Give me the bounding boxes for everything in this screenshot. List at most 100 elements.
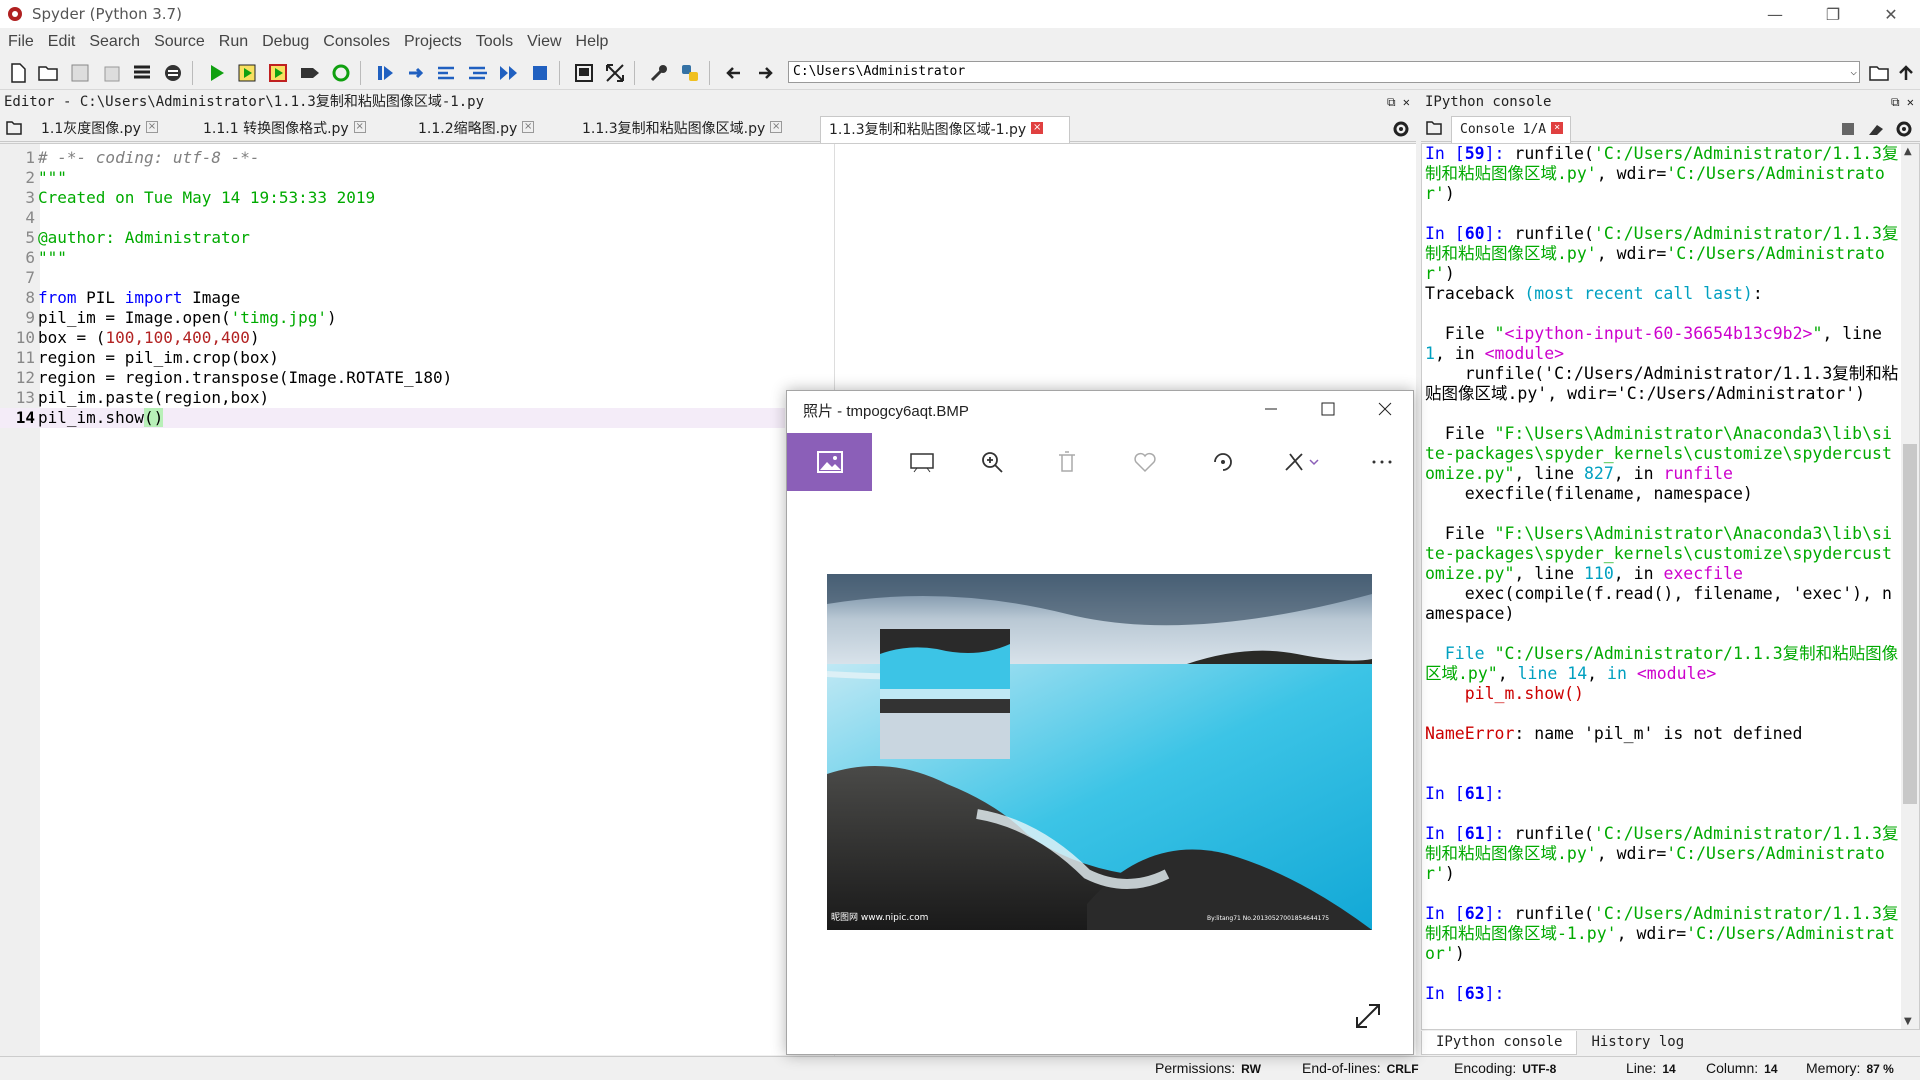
code-line: 9 pil_im = Image.open('timg.jpg') (25, 308, 337, 327)
wrench-icon[interactable] (646, 60, 672, 86)
more-options-icon[interactable] (1352, 433, 1412, 491)
tab-thumbnail[interactable]: 1.1.2缩略图.py × (410, 116, 560, 142)
close-tab-icon[interactable]: × (522, 121, 535, 133)
run-cell-icon[interactable] (235, 60, 261, 86)
close-tab-icon[interactable]: × (1031, 122, 1044, 134)
code-line: 12 region = region.transpose(Image.ROTATE… (15, 368, 453, 387)
menu-edit[interactable]: Edit (48, 33, 76, 51)
favorite-heart-icon[interactable] (1115, 433, 1175, 491)
tab-gray-image[interactable]: 1.1灰度图像.py × (33, 116, 193, 142)
console-scrollbar[interactable]: ▲ ▼ (1901, 144, 1919, 1029)
menu-help[interactable]: Help (576, 33, 609, 51)
run-cell-advance-icon[interactable] (266, 60, 292, 86)
close-button[interactable]: ✕ (1862, 0, 1920, 28)
restore-button[interactable]: ❐ (1804, 0, 1862, 28)
expand-icon[interactable] (1353, 1001, 1383, 1031)
photos-viewer-window[interactable]: 照片 - tmpogcy6aqt.BMP 昵图网 www.nipic.com B… (786, 390, 1414, 1055)
tab-copy-paste-1[interactable]: 1.1.3复制和粘贴图像区域-1.py × (820, 116, 1070, 143)
working-directory-input[interactable]: C:\Users\Administrator ⌵ (788, 61, 1860, 83)
forward-arrow-icon[interactable] (752, 60, 778, 86)
menu-run[interactable]: Run (219, 33, 248, 51)
photo-view-icon[interactable] (787, 433, 872, 491)
save-all-icon[interactable] (98, 60, 124, 86)
scroll-down-icon[interactable]: ▼ (1904, 1016, 1912, 1027)
tab-copy-paste[interactable]: 1.1.3复制和粘贴图像区域.py × (574, 116, 814, 142)
back-arrow-icon[interactable] (721, 60, 747, 86)
photo-watermark-right: By:litang71 No.20130527001854644175 (1207, 915, 1329, 922)
code-line: 3 Created on Tue May 14 19:53:33 2019 (25, 188, 376, 207)
photos-minimize-button[interactable] (1242, 391, 1299, 427)
gear-icon[interactable] (1392, 120, 1410, 138)
console-title-text: IPython console (1425, 94, 1552, 110)
menu-projects[interactable]: Projects (404, 33, 462, 51)
close-tab-icon[interactable]: × (1551, 121, 1564, 134)
eraser-icon[interactable] (1867, 121, 1885, 137)
edit-create-icon[interactable] (1272, 433, 1332, 491)
list-icon[interactable] (129, 60, 155, 86)
menu-source[interactable]: Source (154, 33, 205, 51)
step-return-icon[interactable] (465, 60, 491, 86)
delete-icon[interactable] (1037, 433, 1097, 491)
status-encoding: Encoding: UTF-8 (1454, 1060, 1557, 1076)
close-tab-icon[interactable]: × (145, 121, 158, 133)
status-memory: Memory: 87 % (1806, 1060, 1894, 1076)
working-directory-value: C:\Users\Administrator (793, 64, 966, 79)
close-tab-icon[interactable]: × (353, 121, 366, 133)
close-tab-icon[interactable]: × (770, 121, 783, 133)
code-line: 2 """ (25, 168, 67, 187)
console-text: In [59]: runfile('C:/Users/Administrator… (1425, 144, 1899, 1003)
ipython-console-output[interactable]: In [59]: runfile('C:/Users/Administrator… (1421, 143, 1920, 1030)
browse-folder-icon[interactable] (1867, 60, 1893, 86)
code-line: 1 # -*- coding: utf-8 -*- (25, 148, 260, 167)
browse-tabs-icon[interactable] (6, 121, 22, 135)
fullscreen-icon[interactable] (602, 60, 628, 86)
rotate-icon[interactable] (1193, 433, 1253, 491)
photo-watermark-left: 昵图网 www.nipic.com (831, 912, 928, 923)
stop-debug-icon[interactable] (527, 60, 553, 86)
menu-tools[interactable]: Tools (476, 33, 513, 51)
code-line: 5 @author: Administrator (25, 228, 250, 247)
editor-tab-bar: 1.1灰度图像.py × 1.1.1 转换图像格式.py × 1.1.2缩略图.py… (0, 114, 1416, 143)
menu-search[interactable]: Search (89, 33, 140, 51)
run-selection-icon[interactable] (297, 60, 323, 86)
gear-icon[interactable] (1895, 120, 1913, 138)
displayed-photo: 昵图网 www.nipic.com By:litang71 No.2013052… (827, 574, 1372, 930)
pane-controls[interactable]: ⧉ ✕ (1891, 92, 1914, 112)
preferences-icon[interactable] (160, 60, 186, 86)
tab-console-1a[interactable]: Console 1/A × (1451, 116, 1571, 143)
scrollbar-thumb[interactable] (1903, 444, 1917, 804)
menu-debug[interactable]: Debug (262, 33, 309, 51)
tab-convert-format[interactable]: 1.1.1 转换图像格式.py × (195, 116, 390, 142)
menu-view[interactable]: View (527, 33, 561, 51)
rerun-icon[interactable] (328, 60, 354, 86)
pane-controls[interactable]: ⧉ ✕ (1387, 92, 1410, 112)
continue-icon[interactable] (496, 60, 522, 86)
scroll-up-icon[interactable]: ▲ (1904, 146, 1912, 157)
photos-close-button[interactable] (1356, 391, 1413, 427)
minimize-button[interactable]: — (1746, 0, 1804, 28)
step-icon[interactable] (403, 60, 429, 86)
tab-ipython-console[interactable]: IPython console (1421, 1031, 1578, 1055)
debug-icon[interactable] (372, 60, 398, 86)
open-file-icon[interactable] (36, 60, 62, 86)
menu-consoles[interactable]: Consoles (323, 33, 390, 51)
zoom-icon[interactable] (962, 433, 1022, 491)
run-icon[interactable] (204, 60, 230, 86)
slideshow-icon[interactable] (892, 433, 952, 491)
maximize-pane-icon[interactable] (571, 60, 597, 86)
editor-title-text: Editor - C:\Users\Administrator\1.1.3复制和… (4, 94, 485, 110)
python-icon[interactable] (677, 60, 703, 86)
save-icon[interactable] (67, 60, 93, 86)
parent-directory-icon[interactable] (1893, 60, 1919, 86)
code-line: 10 box = (100,100,400,400) (15, 328, 260, 347)
browse-tabs-icon[interactable] (1426, 121, 1442, 135)
code-line: 4 (25, 208, 35, 227)
step-into-icon[interactable] (434, 60, 460, 86)
tab-history-log[interactable]: History log (1577, 1031, 1698, 1055)
stop-kernel-icon[interactable] (1841, 122, 1855, 136)
new-file-icon[interactable] (5, 60, 31, 86)
code-line: 8 from PIL import Image (25, 288, 241, 307)
photos-maximize-button[interactable] (1299, 391, 1356, 427)
chevron-down-icon[interactable]: ⌵ (1850, 62, 1857, 82)
menu-file[interactable]: File (8, 33, 34, 51)
